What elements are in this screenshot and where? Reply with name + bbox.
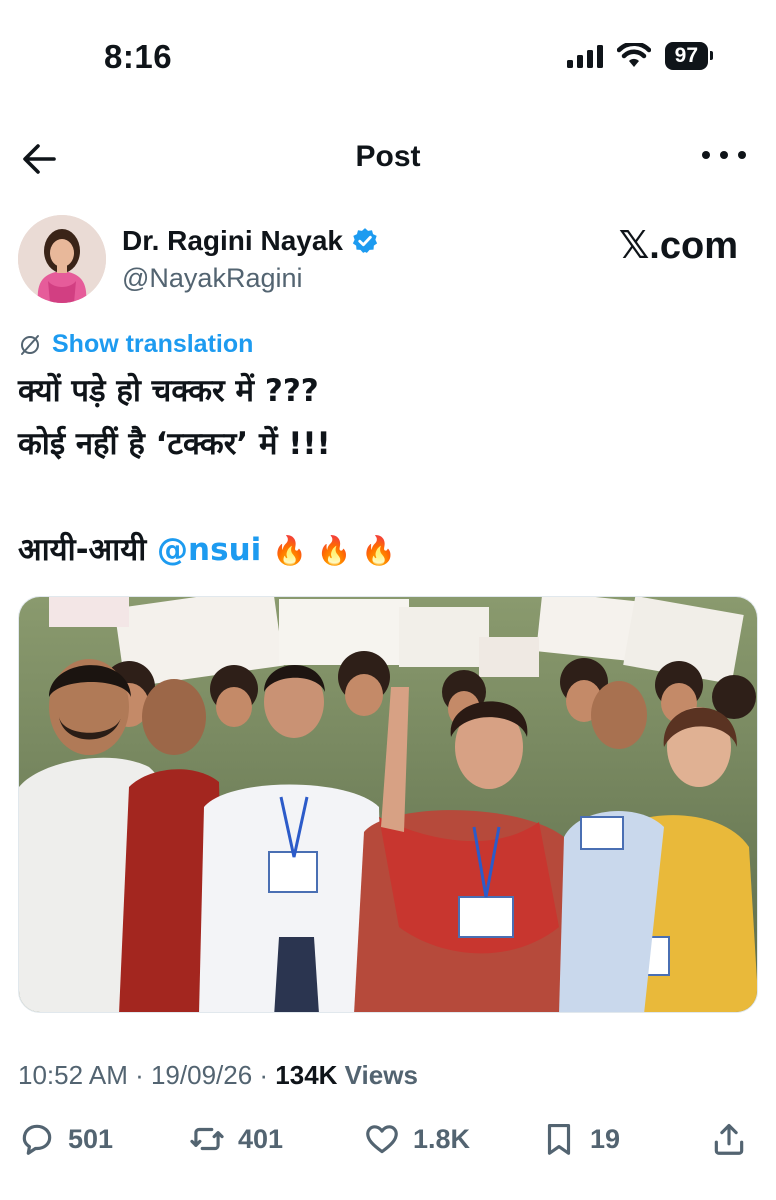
views-count[interactable]: 134K bbox=[275, 1060, 337, 1090]
share-icon bbox=[714, 1123, 744, 1155]
signal-icon bbox=[566, 44, 603, 68]
bookmark-count: 19 bbox=[590, 1123, 621, 1154]
status-time: 8:16 bbox=[104, 38, 173, 75]
tweet-time: 10:52 AM bbox=[18, 1060, 128, 1090]
show-translation-label[interactable]: Show translation bbox=[52, 330, 253, 359]
status-icons: 97 bbox=[566, 42, 714, 70]
action-bar: 501 401 1.8K 19 bbox=[18, 1120, 758, 1170]
bookmark-button[interactable]: 19 bbox=[540, 1120, 620, 1158]
share-button[interactable] bbox=[710, 1120, 748, 1158]
reply-button[interactable]: 501 bbox=[18, 1120, 113, 1158]
bookmark-icon bbox=[547, 1123, 571, 1155]
tweet-date: 19/09/26 bbox=[150, 1060, 253, 1090]
tweet-line-3-text: आयी-आयी bbox=[18, 532, 158, 568]
like-button[interactable]: 1.8K bbox=[363, 1120, 470, 1158]
author-handle[interactable]: @NayakRagini bbox=[122, 263, 302, 294]
status-bar: 8:16 97 bbox=[0, 0, 776, 110]
nav-header: Post bbox=[0, 128, 776, 188]
author-name[interactable]: Dr. Ragini Nayak bbox=[122, 225, 343, 257]
wifi-icon bbox=[616, 43, 651, 67]
verified-badge-icon bbox=[352, 228, 378, 253]
tweet-text: क्यों पड़े हो चक्कर में ??? कोई नहीं है … bbox=[18, 365, 758, 577]
reply-count: 501 bbox=[68, 1123, 114, 1154]
protest-photo-illustration bbox=[19, 597, 757, 1012]
page-title: Post bbox=[355, 140, 421, 173]
mention-link[interactable]: @nsui bbox=[157, 532, 261, 568]
show-translation-link[interactable]: Show translation bbox=[18, 330, 253, 359]
author-name-row: Dr. Ragini Nayak bbox=[122, 225, 379, 257]
tweet-meta: 10:52 AM · 19/09/26 · 134K Views bbox=[18, 1060, 418, 1091]
fire-emoji-icons: 🔥 🔥 🔥 bbox=[272, 534, 397, 567]
like-count: 1.8K bbox=[413, 1123, 471, 1154]
repost-icon bbox=[190, 1127, 224, 1151]
avatar[interactable] bbox=[18, 215, 106, 303]
more-options-icon[interactable] bbox=[702, 140, 746, 170]
tweet-line-1: क्यों पड़े हो चक्कर में ??? bbox=[18, 373, 319, 409]
repost-count: 401 bbox=[238, 1123, 284, 1154]
tweet-photo[interactable] bbox=[18, 596, 758, 1013]
battery-icon: 97 bbox=[664, 42, 714, 70]
views-label: Views bbox=[337, 1060, 418, 1090]
author-info: Dr. Ragini Nayak @NayakRagini 𝕏.com bbox=[18, 215, 758, 307]
repost-button[interactable]: 401 bbox=[188, 1120, 283, 1158]
translate-icon bbox=[21, 334, 39, 355]
xcom-watermark: 𝕏.com bbox=[618, 225, 738, 267]
meta-separator: · bbox=[252, 1060, 276, 1090]
heart-icon bbox=[366, 1125, 398, 1154]
tweet-line-2: कोई नहीं है ‘टक्कर’ में !!! bbox=[18, 426, 331, 462]
tweet-line-3: आयी-आयी @nsui 🔥 🔥 🔥 bbox=[18, 524, 758, 577]
reply-icon bbox=[22, 1124, 52, 1155]
meta-separator: · bbox=[127, 1060, 151, 1090]
